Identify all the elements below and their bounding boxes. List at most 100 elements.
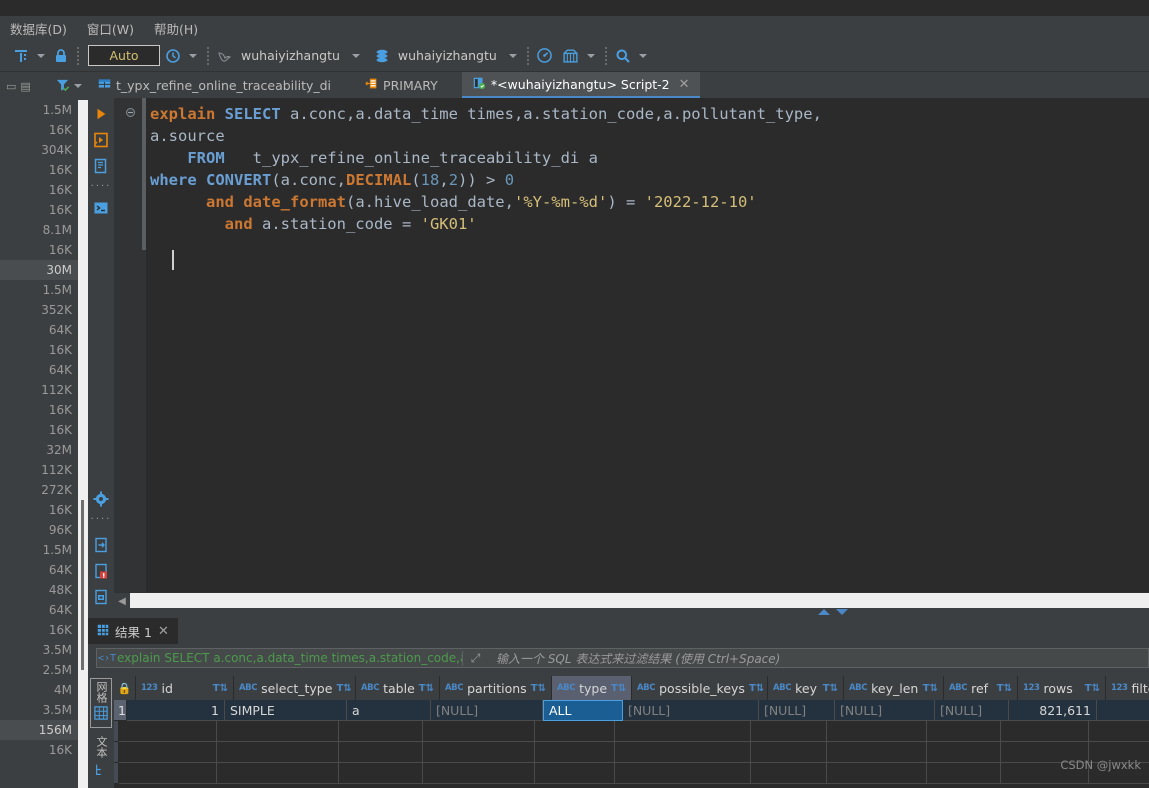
layout-icon[interactable]: ▤ [20,80,30,93]
sort-filter-icon[interactable]: T⇅ [923,683,938,694]
more-options-icon[interactable]: ···· [91,515,112,525]
sort-filter-icon[interactable]: T⇅ [336,683,351,694]
grid-cell-empty[interactable] [217,742,339,763]
grid-header-table[interactable]: ABC table T⇅ [356,676,440,700]
grid-cell-id[interactable]: 1 [126,700,225,721]
scroll-left-icon[interactable]: ◀ [114,593,130,609]
table-size-row[interactable]: 16K [0,340,78,360]
sort-filter-icon[interactable]: T⇅ [419,683,434,694]
grid-cell-empty[interactable] [927,742,1001,763]
grid-cell-empty[interactable] [751,763,827,784]
editor-tab-primary[interactable]: PRIMARY [355,72,448,98]
grid-cell-empty[interactable] [1001,721,1089,742]
grid-cell-rows[interactable]: 821,611 [1008,700,1097,721]
scrollbar-thumb[interactable] [81,500,84,670]
grid-cell-empty[interactable] [615,763,751,784]
grid-cell-empty[interactable] [535,763,615,784]
table-size-row[interactable]: 1.5M [0,540,78,560]
settings-gear-icon[interactable] [91,489,111,509]
text-view-label[interactable]: 文本 [95,736,108,758]
table-size-row[interactable]: 272K [0,480,78,500]
package-dropdown-caret[interactable] [586,53,595,58]
table-row-empty[interactable] [114,763,1149,784]
grid-cell-empty[interactable] [615,742,751,763]
table-row[interactable]: 1 1 SIMPLE a [NULL] ALL [NULL] [NULL] [NULL] [NUL… [114,700,1149,721]
grid-cell-empty[interactable] [615,721,751,742]
grid-cell-empty[interactable] [423,721,535,742]
history-icon[interactable] [162,44,184,68]
grid-cell-empty[interactable] [217,763,339,784]
table-size-row[interactable]: 16K [0,180,78,200]
grid-cell-possible_keys[interactable]: [NULL] [622,700,759,721]
grid-header-ref[interactable]: ABC ref T⇅ [944,676,1018,700]
sql-editor[interactable]: explain SELECT a.conc,a.data_time times,… [114,98,1149,592]
explorer-vertical-scrollbar[interactable] [78,100,88,788]
result-grid-body[interactable]: 1 1 SIMPLE a [NULL] ALL [NULL] [NULL] [NULL] [NUL… [114,700,1149,784]
package-icon[interactable] [560,44,582,68]
menu-item-database[interactable]: 数据库(D) [0,17,77,40]
close-icon[interactable]: ✕ [158,624,169,639]
grid-header-select_type[interactable]: ABC select_type T⇅ [234,676,356,700]
collapse-icon[interactable]: ▭ [6,80,16,93]
table-size-row[interactable]: 1.5M [0,100,78,120]
connection-dropdown-caret[interactable] [351,53,360,58]
results-tab-1[interactable]: 结果 1 ✕ [88,618,178,644]
grid-header-type[interactable]: ABC type T⇅ [552,676,632,700]
grid-cell-table[interactable]: a [346,700,431,721]
grid-cell-empty[interactable] [827,721,927,742]
grid-header-filtered[interactable]: 123filtered [1106,676,1149,700]
grid-header-key[interactable]: ABC key T⇅ [768,676,844,700]
grid-cell-empty[interactable] [423,742,535,763]
explain-plan-icon[interactable] [91,156,111,176]
close-icon[interactable]: ✕ [679,77,690,92]
editor-gutter[interactable] [114,98,146,592]
grid-cell-empty[interactable] [217,721,339,742]
grid-cell-type[interactable]: ALL [542,700,623,721]
grid-header-key_len[interactable]: ABC key_len T⇅ [844,676,944,700]
filter-expression-value[interactable]: explain SELECT a.conc,a.data_time times,… [117,651,462,665]
grid-cell-empty[interactable] [339,763,423,784]
grid-cell-ref[interactable]: [NULL] [934,700,1009,721]
grid-header-partitions[interactable]: ABC partitions T⇅ [440,676,552,700]
panel-splitter-controls[interactable] [818,607,858,617]
table-size-list[interactable]: 1.5M 16K 304K 16K 16K 16K 8.1M 16K 30M 1.5M 352K 64… [0,100,78,788]
table-size-row[interactable]: 16K [0,740,78,760]
table-size-row[interactable]: 64K [0,600,78,620]
sort-filter-icon[interactable]: T⇅ [997,683,1012,694]
table-size-row[interactable]: 16K [0,620,78,640]
grid-cell-empty[interactable] [827,742,927,763]
more-options-icon[interactable]: ···· [91,182,112,192]
grid-cell-select_type[interactable]: SIMPLE [224,700,347,721]
grid-cell-empty[interactable] [423,763,535,784]
editor-code-text[interactable]: explain SELECT a.conc,a.data_time times,… [150,103,1149,592]
menu-item-help[interactable]: 帮助(H) [144,17,208,40]
schema-dropdown-caret[interactable] [508,53,517,58]
collapse-up-icon[interactable] [818,609,830,615]
editor-tab-script[interactable]: *<wuhaiyizhangtu> Script-2 ✕ [461,72,700,98]
table-size-row[interactable]: 16K [0,240,78,260]
grid-cell-key[interactable]: [NULL] [758,700,835,721]
grid-cell-empty[interactable] [751,742,827,763]
table-size-row[interactable]: 1.5M [0,280,78,300]
transaction-mode-combo[interactable]: Auto [88,45,160,66]
table-row-empty[interactable] [114,742,1149,763]
grid-cell-filtered[interactable] [1096,700,1149,721]
table-size-row[interactable]: 4M [0,680,78,700]
lock-icon[interactable] [50,44,72,68]
result-filter-bar[interactable]: <›T explain SELECT a.conc,a.data_time ti… [96,648,1149,668]
grid-header-lock[interactable]: 🔒 [114,676,136,700]
table-size-row[interactable]: 3.5M [0,700,78,720]
grid-cell-empty[interactable] [927,763,1001,784]
table-row-empty[interactable] [114,721,1149,742]
grid-cell-empty[interactable] [535,742,615,763]
grid-cell-empty[interactable] [339,721,423,742]
grid-header-possible_keys[interactable]: ABC possible_keys T⇅ [632,676,768,700]
table-size-row[interactable]: 16K [0,420,78,440]
grid-cell-key_len[interactable]: [NULL] [834,700,935,721]
grid-header-id[interactable]: 123 id T⇅ [136,676,234,700]
table-size-row[interactable]: 16K [0,400,78,420]
row-number-cell[interactable]: 1 [114,700,127,721]
table-size-row[interactable]: 3.5M [0,640,78,660]
table-size-row[interactable]: 64K [0,360,78,380]
grid-cell-empty[interactable] [927,721,1001,742]
